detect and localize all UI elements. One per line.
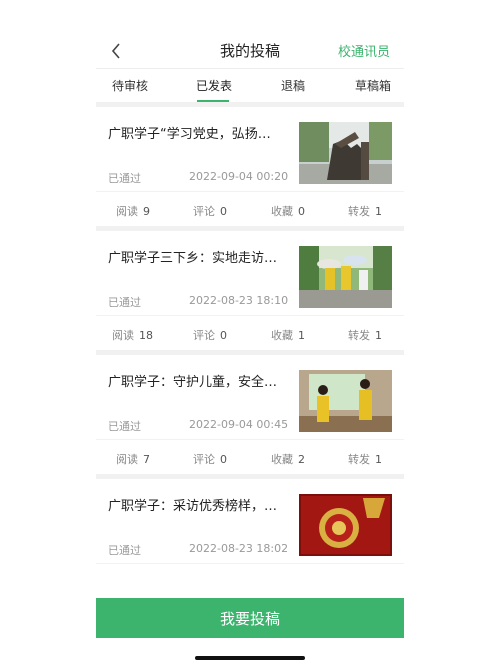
- stats-row: 阅读 7 评论 0 收藏 2 转发 1: [96, 440, 404, 474]
- article-title: 广职学子“学习党史，弘扬…: [108, 127, 271, 142]
- stats-row: 阅读 9 评论 0 收藏 0 转发 1: [96, 192, 404, 226]
- read-count: 阅读 9: [116, 205, 150, 218]
- share-count: 转发 1: [348, 453, 382, 466]
- article-thumbnail: [299, 370, 392, 432]
- stats-row: 阅读 18 评论 0 收藏 1 转发 1: [96, 316, 404, 350]
- comment-count: 评论 0: [193, 205, 227, 218]
- article-thumbnail: [299, 122, 392, 184]
- read-count: 阅读 18: [112, 329, 153, 342]
- favorite-count: 收藏 1: [271, 329, 305, 342]
- header-bar: 我的投稿 校通讯员: [96, 34, 404, 68]
- article-list: 广职学子“学习党史，弘扬… 已通过 2022-09-04 00:20 阅读 9 评…: [96, 102, 404, 564]
- tab-rejected[interactable]: 退稿: [281, 77, 305, 94]
- article-card[interactable]: 广职学子三下乡：实地走访… 已通过 2022-08-23 18:10 阅读 18…: [96, 226, 404, 350]
- publish-time: 2022-09-04 00:45: [189, 418, 289, 431]
- home-indicator: [195, 656, 305, 660]
- article-card[interactable]: 广职学子：守护儿童，安全… 已通过 2022-09-04 00:45 阅读 7 评…: [96, 350, 404, 474]
- article-thumbnail: [299, 494, 392, 556]
- tab-published[interactable]: 已发表: [196, 77, 232, 94]
- article-card[interactable]: 广职学子：采访优秀榜样，… 已通过 2022-08-23 18:02: [96, 474, 404, 564]
- article-card[interactable]: 广职学子“学习党史，弘扬… 已通过 2022-09-04 00:20 阅读 9 评…: [96, 102, 404, 226]
- share-count: 转发 1: [348, 205, 382, 218]
- status-label: 已通过: [108, 296, 141, 309]
- share-count: 转发 1: [348, 329, 382, 342]
- status-label: 已通过: [108, 172, 141, 185]
- tab-pending[interactable]: 待审核: [112, 77, 148, 94]
- publish-time: 2022-08-23 18:10: [189, 294, 289, 307]
- status-label: 已通过: [108, 420, 141, 433]
- tab-drafts[interactable]: 草稿箱: [355, 77, 391, 94]
- publish-time: 2022-08-23 18:02: [189, 542, 289, 555]
- correspondent-link[interactable]: 校通讯员: [338, 41, 390, 60]
- article-title: 广职学子三下乡：实地走访…: [108, 251, 278, 266]
- tab-bar: 待审核 已发表 退稿 草稿箱: [96, 68, 404, 102]
- article-thumbnail: [299, 246, 392, 308]
- article-title: 广职学子：守护儿童，安全…: [108, 375, 278, 390]
- favorite-count: 收藏 0: [271, 205, 305, 218]
- status-label: 已通过: [108, 544, 141, 557]
- publish-time: 2022-09-04 00:20: [189, 170, 289, 183]
- read-count: 阅读 7: [116, 453, 150, 466]
- article-title: 广职学子：采访优秀榜样，…: [108, 499, 278, 514]
- comment-count: 评论 0: [193, 453, 227, 466]
- comment-count: 评论 0: [193, 329, 227, 342]
- submit-article-button[interactable]: 我要投稿: [96, 598, 404, 638]
- favorite-count: 收藏 2: [271, 453, 305, 466]
